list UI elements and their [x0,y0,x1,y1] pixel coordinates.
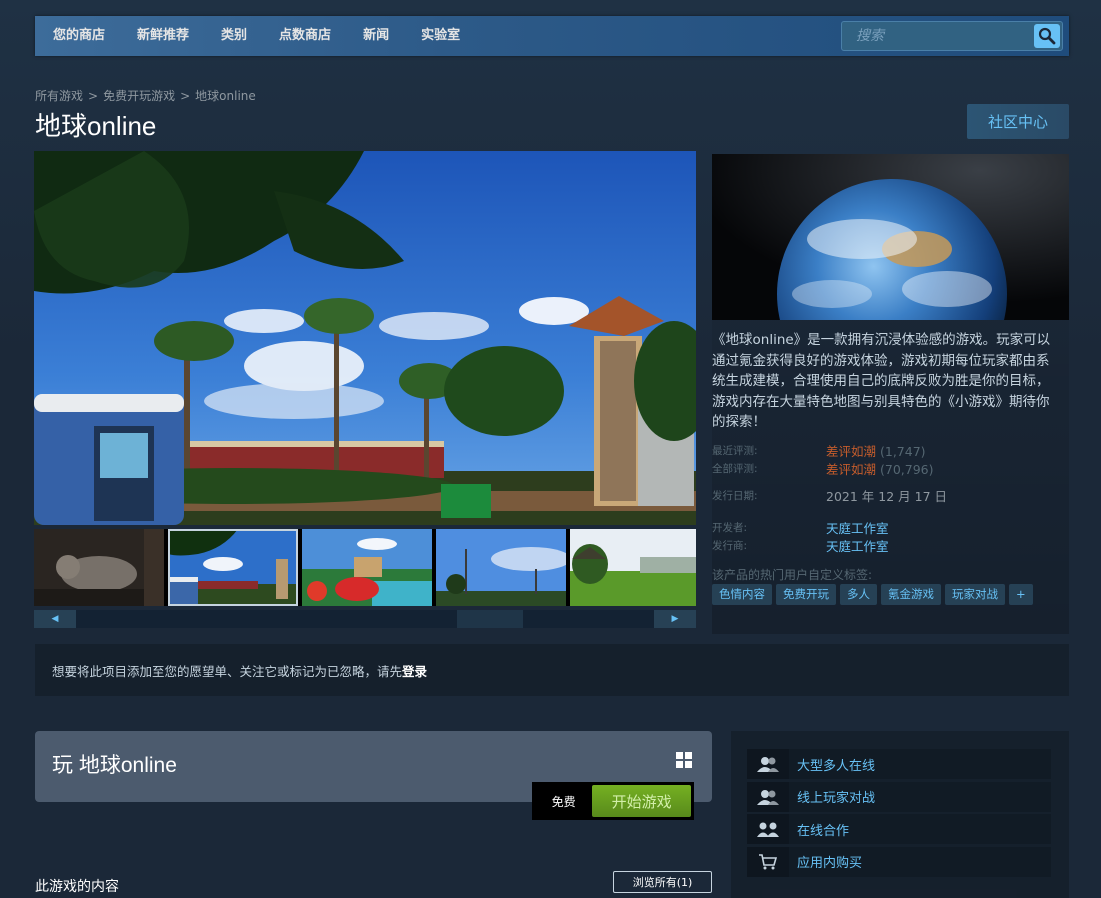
community-hub-button[interactable]: 社区中心 [967,104,1069,139]
page-title: 地球online [35,111,157,141]
search-icon [1038,27,1056,45]
feature-in-app-purchases[interactable]: 应用内购买 [747,846,1051,877]
lawn-image [570,529,696,606]
feature-label: 线上玩家对战 [797,791,876,806]
thumbnail-3[interactable] [302,529,432,606]
tags-label: 该产品的热门用户自定义标签: [712,568,873,582]
crab-attraction-image [302,529,432,606]
tag-item[interactable]: 免费开玩 [776,584,836,605]
recent-reviews[interactable]: 差评如潮 (1,747) [826,441,926,460]
game-content-title: 此游戏的内容 [35,879,119,895]
nav-points-shop[interactable]: 点数商店 [263,16,347,56]
feature-mmo[interactable]: 大型多人在线 [747,749,1051,779]
recent-review-summary: 差评如潮 [826,444,877,459]
publisher-label: 发行商: [712,540,748,552]
windows-icon [676,752,692,772]
buy-box: 免费 开始游戏 [532,782,694,820]
game-description: 《地球online》是一款拥有沉浸体验感的游戏。玩家可以通过氪金获得良好的游戏体… [712,332,1051,430]
feature-list: 大型多人在线 线上玩家对战 在线合作 应用内购买 [731,731,1069,898]
tag-list: 色情内容 免费开玩 多人 氪金游戏 玩家对战 + [712,584,1033,605]
arrow-right-icon: ▶ [671,614,679,624]
breadcrumb-free-to-play[interactable]: 免费开玩游戏 [103,89,175,103]
thumbnail-4[interactable] [436,529,566,606]
tag-item[interactable]: 氪金游戏 [881,584,941,605]
shopping-cart-icon [747,846,789,877]
breadcrumb-all-games[interactable]: 所有游戏 [35,89,83,103]
nav-categories[interactable]: 类别 [205,16,263,56]
thumbnail-1[interactable] [34,529,164,606]
scroll-thumb[interactable] [457,610,523,628]
scroll-right-button[interactable]: ▶ [654,610,696,628]
tag-item[interactable]: 玩家对战 [945,584,1005,605]
main-screenshot[interactable] [34,151,696,525]
cat-image [34,529,164,606]
water-park-thumbnail [168,529,298,606]
add-tag-button[interactable]: + [1009,584,1033,605]
users-icon [747,749,789,779]
search-button[interactable] [1034,24,1060,48]
play-game-button[interactable]: 开始游戏 [592,785,691,817]
search-box [841,21,1063,51]
recent-review-count: (1,747) [880,444,926,459]
all-review-count: (70,796) [880,462,934,477]
store-nav: 您的商店 新鲜推荐 类别 点数商店 新闻 实验室 [35,16,1069,56]
browse-all-button[interactable]: 浏览所有(1) [613,871,712,893]
developer-label: 开发者: [712,522,748,534]
thumbnail-scrollbar[interactable]: ◀ ▶ [34,610,696,628]
release-date: 2021 年 12 月 17 日 [826,489,947,504]
feature-label: 大型多人在线 [797,758,876,774]
nav-labs[interactable]: 实验室 [405,16,476,56]
earth-image [712,154,1069,320]
thumbnail-strip [34,529,696,606]
water-park-scene-image [34,151,696,525]
thumbnail-5[interactable] [570,529,696,606]
breadcrumb-separator: > [180,89,191,103]
search-input[interactable] [842,28,1030,44]
breadcrumb-separator: > [88,89,99,103]
game-capsule-image [712,154,1069,320]
login-prompt-bar: 想要将此项目添加至您的愿望单、关注它或标记为已忽略，请先 登录 [35,644,1069,696]
feature-online-coop[interactable]: 在线合作 [747,814,1051,844]
scroll-left-button[interactable]: ◀ [34,610,76,628]
thumbnail-2[interactable] [168,529,298,606]
login-prompt-text: 想要将此项目添加至您的愿望单、关注它或标记为已忽略，请先 [52,663,403,679]
towers-image [436,529,566,606]
release-date-label: 发行日期: [712,490,758,502]
breadcrumb-current[interactable]: 地球online [195,89,256,103]
login-link[interactable]: 登录 [402,661,427,680]
coop-users-icon [747,814,789,844]
publisher-link[interactable]: 天庭工作室 [826,536,889,555]
feature-online-pvp[interactable]: 线上玩家对战 [747,781,1051,812]
nav-your-store[interactable]: 您的商店 [35,16,121,56]
developer-link[interactable]: 天庭工作室 [826,518,889,537]
breadcrumb: 所有游戏 > 免费开玩游戏 > 地球online [35,87,256,104]
feature-label: 在线合作 [797,823,850,839]
tag-item[interactable]: 色情内容 [712,584,772,605]
nav-news[interactable]: 新闻 [347,16,405,56]
users-icon [747,781,789,812]
tag-item[interactable]: 多人 [840,584,877,605]
all-reviews[interactable]: 差评如潮 (70,796) [826,459,934,478]
all-reviews-label: 全部评测: [712,463,758,475]
purchase-title: 玩 地球online [52,754,177,777]
arrow-left-icon: ◀ [51,614,59,624]
recent-reviews-label: 最近评测: [712,445,758,457]
feature-label: 应用内购买 [797,856,863,871]
nav-new-noteworthy[interactable]: 新鲜推荐 [121,16,205,56]
price-label: 免费 [551,794,576,809]
all-review-summary: 差评如潮 [826,462,877,477]
